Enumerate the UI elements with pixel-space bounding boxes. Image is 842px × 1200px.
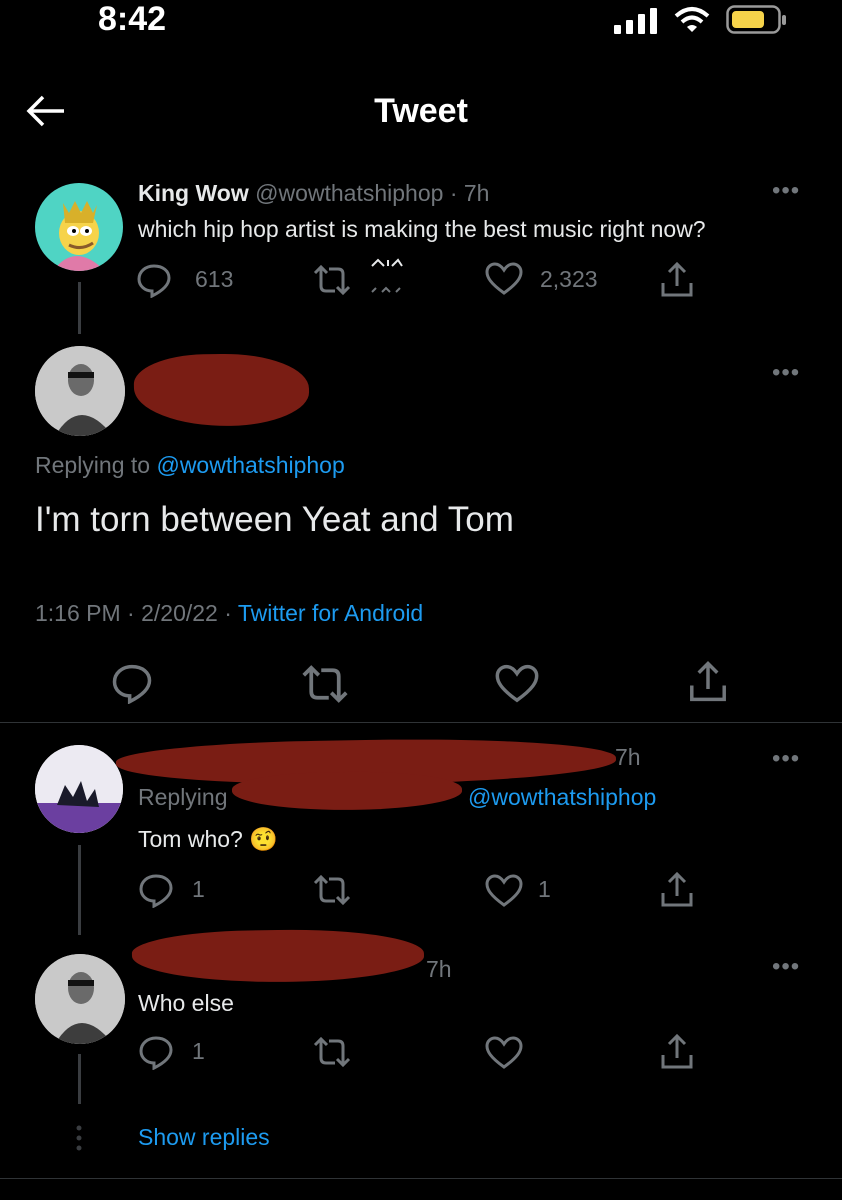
handle[interactable]: @wowthatshiphop (255, 180, 443, 206)
more-options-icon[interactable]: ••• (772, 747, 800, 771)
tweet-timestamp: 1:16 PM · 2/20/22 · (35, 600, 238, 626)
show-replies-link[interactable]: Show replies (138, 1124, 270, 1151)
tweet-text: Tom who? (138, 826, 243, 852)
status-time: 8:42 (98, 0, 167, 38)
avatar[interactable] (35, 745, 123, 833)
avatar[interactable] (35, 954, 125, 1044)
tweet-text: I'm torn between Yeat and Tom (35, 500, 514, 539)
like-icon[interactable] (485, 262, 523, 296)
page-title: Tweet (374, 92, 468, 130)
like-count: 1 (538, 876, 551, 902)
share-icon[interactable] (660, 1033, 694, 1071)
retweet-icon[interactable] (312, 874, 352, 906)
thread-line (78, 282, 81, 334)
divider (0, 722, 842, 723)
redacted-handle (231, 769, 463, 813)
like-icon[interactable] (495, 664, 539, 704)
tweet-time: 7h (426, 956, 452, 982)
profile-photo-icon (35, 346, 125, 436)
signal-icon (614, 8, 660, 34)
cartoon-avatar-icon (53, 201, 105, 271)
more-options-icon[interactable]: ••• (772, 361, 800, 385)
battery-icon (726, 5, 788, 35)
retweet-icon[interactable] (312, 264, 352, 296)
avatar[interactable] (35, 346, 125, 436)
replying-to-label: Replying (138, 784, 228, 810)
redacted-name (131, 927, 425, 985)
profile-photo-icon (35, 954, 125, 1044)
share-icon[interactable] (688, 660, 728, 704)
more-options-icon[interactable]: ••• (772, 955, 800, 979)
tweet-text: Who else (138, 990, 234, 1016)
reply-count: 1 (192, 876, 205, 902)
reply-icon[interactable] (110, 662, 154, 704)
retweet-icon[interactable] (300, 664, 350, 704)
thread-more-dots-icon (75, 1124, 83, 1159)
like-icon[interactable] (485, 874, 523, 908)
reply-icon[interactable] (136, 262, 172, 298)
retweet-count-rolling-icon (368, 256, 404, 296)
wifi-icon (672, 6, 712, 36)
tweet-source[interactable]: Twitter for Android (238, 600, 423, 626)
raised-eyebrow-emoji-icon: 🤨 (249, 826, 278, 852)
like-count: 2,323 (540, 266, 598, 292)
replying-to-label: Replying to (35, 452, 157, 478)
concert-photo-icon (35, 745, 123, 833)
avatar[interactable] (35, 183, 123, 271)
like-icon[interactable] (485, 1036, 523, 1070)
share-icon[interactable] (660, 261, 694, 299)
retweet-icon[interactable] (312, 1036, 352, 1068)
display-name[interactable]: King Wow (138, 180, 249, 206)
divider (0, 1178, 842, 1179)
tweet-time: 7h (615, 744, 641, 770)
reply-count: 1 (192, 1038, 205, 1064)
tweet-text: which hip hop artist is making the best … (138, 216, 706, 242)
thread-line (78, 1054, 81, 1104)
redacted-name (133, 352, 310, 428)
reply-count: 613 (195, 266, 234, 292)
share-icon[interactable] (660, 871, 694, 909)
replying-to-handle[interactable]: @wowthatshiphop (468, 784, 656, 811)
reply-icon[interactable] (138, 872, 174, 908)
replying-to-handle[interactable]: @wowthatshiphop (156, 452, 344, 478)
more-options-icon[interactable]: ••• (772, 179, 800, 203)
thread-line (78, 845, 81, 935)
reply-icon[interactable] (138, 1034, 174, 1070)
tweet-time: · 7h (449, 180, 490, 206)
